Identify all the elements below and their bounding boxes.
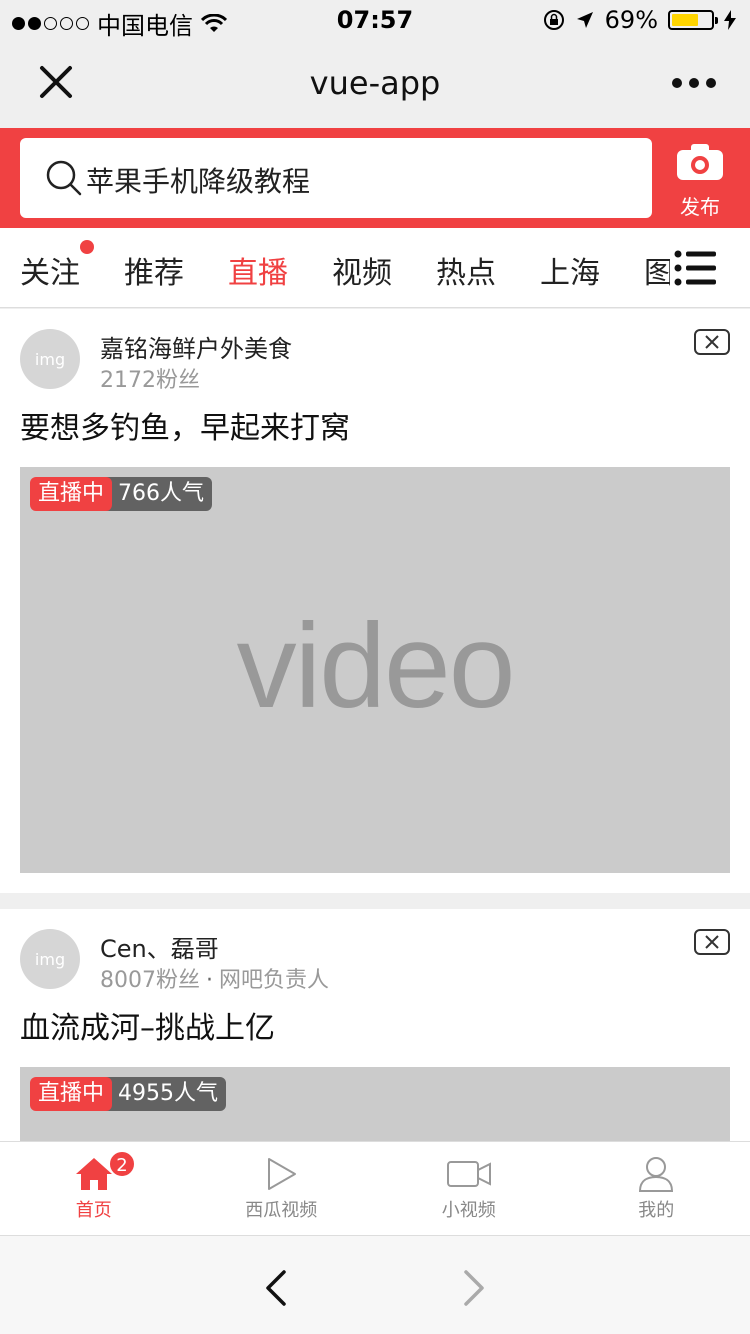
author-role: 网吧负责人 (219, 968, 330, 993)
play-icon (268, 1158, 297, 1190)
tab-label: 上海 (540, 256, 600, 291)
tab-xigua-video[interactable]: 西瓜视频 (188, 1142, 376, 1235)
forward-arrow-icon[interactable] (460, 1268, 488, 1308)
battery-percent: 69% (604, 6, 658, 34)
tab-home[interactable]: 首页 2 (0, 1142, 188, 1235)
popularity-count: 4955人气 (104, 1077, 227, 1111)
video-placeholder-text: video (236, 599, 516, 733)
channel-menu-button[interactable] (670, 228, 750, 307)
page-title: vue-app (309, 64, 441, 102)
notification-dot (80, 240, 94, 254)
status-bar: 中国电信 07:57 69% (0, 0, 750, 40)
author-name[interactable]: 嘉铭海鲜户外美食 (100, 329, 730, 364)
tab-label: 小视频 (441, 1200, 496, 1221)
rotation-lock-icon (543, 10, 564, 30)
meta-separator: · (206, 968, 213, 993)
publish-button[interactable]: 发布 (670, 142, 730, 220)
camera-icon (677, 144, 723, 180)
browser-toolbar (0, 1235, 750, 1334)
charging-bolt-icon (724, 10, 736, 30)
tab-label: 热点 (436, 256, 496, 291)
live-label: 直播中 (30, 477, 113, 511)
notification-badge: 2 (108, 1150, 136, 1178)
close-icon (705, 935, 719, 949)
follower-count: 8007粉丝 (100, 968, 200, 993)
tab-label: 推荐 (124, 256, 184, 291)
video-camera-icon (446, 1161, 491, 1187)
more-options-icon[interactable] (672, 78, 716, 88)
user-icon (639, 1157, 674, 1192)
avatar[interactable]: img (20, 929, 80, 989)
feed-list: img 嘉铭海鲜户外美食 2172粉丝 要想多钓鱼，早起来打窝 直播中 766人… (0, 309, 750, 1141)
tab-label: 首页 (75, 1200, 112, 1221)
tab-video[interactable]: 视频 (332, 248, 392, 292)
dislike-button[interactable] (694, 329, 730, 355)
live-badge: 直播中 766人气 (30, 477, 213, 511)
publish-label: 发布 (680, 195, 720, 219)
video-thumbnail[interactable]: 直播中 4955人气 (20, 1067, 730, 1141)
tab-label: 西瓜视频 (245, 1200, 318, 1221)
avatar[interactable]: img (20, 329, 80, 389)
list-item[interactable]: img Cen、磊哥 8007粉丝 · 网吧负责人 血流成河–挑战上亿 直播中 49… (0, 909, 750, 1141)
back-arrow-icon[interactable] (262, 1268, 290, 1308)
live-label: 直播中 (30, 1077, 113, 1111)
tab-live[interactable]: 直播 (228, 248, 288, 292)
author-name[interactable]: Cen、磊哥 (100, 929, 730, 964)
popularity-count: 766人气 (104, 477, 213, 511)
tab-label: 我的 (638, 1200, 675, 1221)
tab-recommend[interactable]: 推荐 (124, 248, 184, 292)
battery-icon (668, 10, 718, 30)
bottom-tab-bar: 首页 2 西瓜视频 小视频 我的 (0, 1141, 750, 1235)
tab-me[interactable]: 我的 (563, 1142, 750, 1235)
list-item[interactable]: img 嘉铭海鲜户外美食 2172粉丝 要想多钓鱼，早起来打窝 直播中 766人… (0, 309, 750, 893)
navigation-bar: vue-app (0, 40, 750, 128)
post-title[interactable]: 血流成河–挑战上亿 (20, 1003, 730, 1047)
channel-tabs: 关注 推荐 直播 视频 热点 上海 图 (0, 228, 750, 308)
dislike-button[interactable] (694, 929, 730, 955)
live-badge: 直播中 4955人气 (30, 1077, 227, 1111)
tab-label: 直播 (228, 256, 288, 291)
search-box[interactable]: 苹果手机降级教程 (20, 138, 652, 218)
post-title[interactable]: 要想多钓鱼，早起来打窝 (20, 403, 730, 447)
follower-count: 2172粉丝 (100, 368, 200, 393)
search-icon (46, 160, 82, 196)
close-icon (705, 335, 719, 349)
video-thumbnail[interactable]: 直播中 766人气 video (20, 467, 730, 873)
tab-follow[interactable]: 关注 (20, 240, 94, 292)
location-arrow-icon (576, 12, 593, 28)
tab-short-video[interactable]: 小视频 (375, 1142, 563, 1235)
tab-hot[interactable]: 热点 (436, 248, 496, 292)
tab-label: 视频 (332, 256, 392, 291)
tab-label: 关注 (20, 256, 80, 291)
search-input[interactable]: 苹果手机降级教程 (86, 160, 310, 200)
tab-shanghai[interactable]: 上海 (540, 248, 600, 292)
search-header: 苹果手机降级教程 发布 (0, 128, 750, 228)
menu-list-icon (674, 250, 716, 286)
